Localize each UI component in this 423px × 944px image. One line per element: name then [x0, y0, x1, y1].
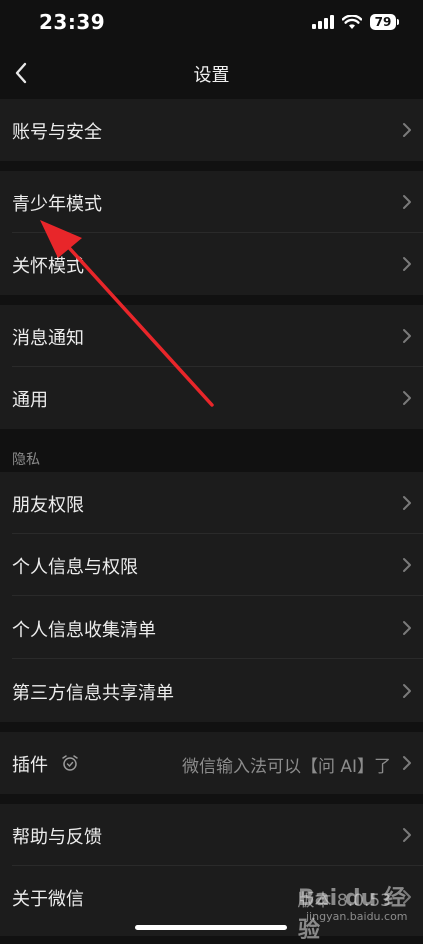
settings-item-account-security[interactable]: 账号与安全 [0, 99, 423, 161]
settings-item-friend-permissions[interactable]: 朋友权限 [0, 472, 423, 534]
item-label: 关于微信 [12, 889, 84, 910]
settings-item-personal-info-list[interactable]: 个人信息收集清单 [0, 597, 423, 659]
status-bar: 23:39 79 [0, 0, 423, 48]
item-label: 关怀模式 [12, 256, 84, 277]
wifi-icon [342, 14, 362, 29]
item-label: 消息通知 [12, 328, 84, 349]
chevron-right-icon [403, 391, 411, 405]
status-time: 23:39 [39, 10, 106, 34]
settings-item-youth-mode[interactable]: 青少年模式 [0, 171, 423, 233]
item-label: 第三方信息共享清单 [12, 683, 174, 704]
nav-bar: 设置 [0, 48, 423, 98]
settings-item-third-party-sharing[interactable]: 第三方信息共享清单 [0, 660, 423, 722]
item-label: 青少年模式 [12, 194, 102, 215]
item-label: 个人信息收集清单 [12, 620, 156, 641]
chevron-right-icon [403, 828, 411, 842]
battery-icon: 79 [370, 14, 399, 30]
settings-item-help-feedback[interactable]: 帮助与反馈 [0, 804, 423, 866]
settings-item-general[interactable]: 通用 [0, 367, 423, 429]
settings-item-plugins[interactable]: 插件 微信输入法可以【问 AI】了 [0, 732, 423, 794]
item-label: 插件 [12, 755, 48, 776]
item-label: 个人信息与权限 [12, 557, 138, 578]
chevron-right-icon [403, 621, 411, 635]
chevron-right-icon [403, 756, 411, 770]
chevron-right-icon [403, 558, 411, 572]
privacy-group: 朋友权限 个人信息与权限 个人信息收集清单 第三方信息共享清单 [0, 472, 423, 722]
chevron-right-icon [403, 329, 411, 343]
item-label: 通用 [12, 390, 48, 411]
chevron-right-icon [403, 496, 411, 510]
system-group: 消息通知 通用 [0, 305, 423, 429]
watermark-url: jingyan.baidu.com [306, 910, 408, 923]
section-header-privacy: 隐私 [12, 452, 40, 468]
item-label: 朋友权限 [12, 495, 84, 516]
mode-group: 青少年模式 关怀模式 [0, 171, 423, 295]
home-indicator [135, 925, 287, 930]
item-label: 帮助与反馈 [12, 827, 102, 848]
account-group: 账号与安全 [0, 99, 423, 161]
battery-level: 79 [370, 14, 396, 30]
plugin-group: 插件 微信输入法可以【问 AI】了 [0, 732, 423, 794]
status-icons: 79 [312, 14, 399, 30]
chevron-right-icon [403, 257, 411, 271]
settings-item-notifications[interactable]: 消息通知 [0, 305, 423, 367]
plugin-promo-text: 微信输入法可以【问 AI】了 [181, 757, 391, 777]
page-title: 设置 [193, 65, 230, 86]
chevron-right-icon [403, 123, 411, 137]
settings-item-care-mode[interactable]: 关怀模式 [0, 233, 423, 295]
alarm-clock-icon [62, 755, 78, 771]
cellular-signal-icon [312, 15, 334, 29]
item-label: 账号与安全 [12, 122, 102, 143]
chevron-right-icon [403, 684, 411, 698]
baidu-jingyan-watermark: Bai du 经验 jingyan.baidu.com [296, 880, 416, 943]
chevron-right-icon [403, 195, 411, 209]
settings-item-personal-info-permissions[interactable]: 个人信息与权限 [0, 534, 423, 596]
